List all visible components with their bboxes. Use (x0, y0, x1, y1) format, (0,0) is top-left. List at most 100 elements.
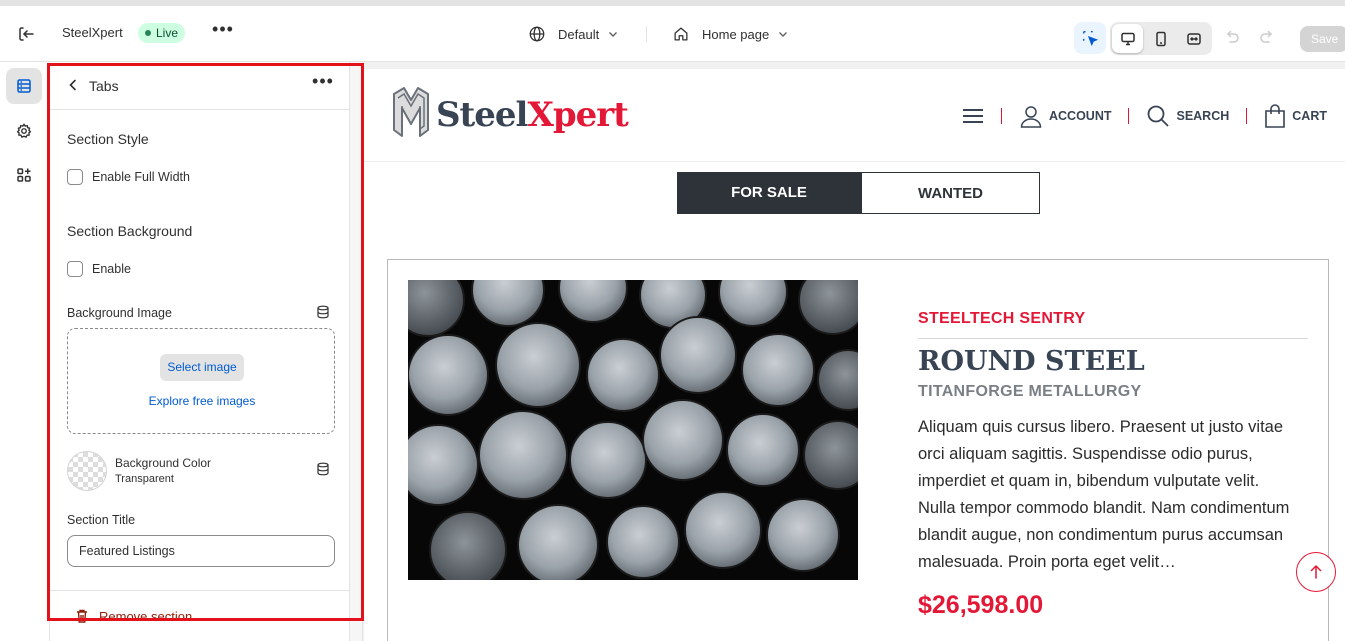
home-icon (674, 27, 688, 41)
product-card[interactable]: STEELTECH SENTRY ROUND STEEL TITANFORGE … (387, 259, 1329, 641)
select-cursor-icon (1083, 31, 1099, 47)
enable-background-checkbox[interactable]: Enable (67, 261, 131, 277)
chevron-down-icon (779, 32, 788, 37)
enable-label: Enable (92, 262, 131, 276)
editor-sidebar-rail (0, 62, 50, 641)
search-link[interactable]: SEARCH (1146, 104, 1229, 128)
nav-divider (1128, 108, 1130, 124)
live-status-badge: Live (138, 23, 186, 43)
exit-icon[interactable] (14, 22, 38, 46)
product-image[interactable] (408, 280, 858, 580)
remove-section-label: Remove section (99, 608, 193, 624)
section-title-input[interactable]: Featured Listings (67, 535, 335, 567)
hamburger-icon (962, 109, 983, 123)
site-header: SteelXpert ACCOUNT SEARCH CART (364, 69, 1345, 162)
theme-settings-nav-button[interactable] (6, 113, 42, 149)
device-switcher (1110, 22, 1212, 55)
product-brand: STEELTECH SENTRY (918, 310, 1086, 327)
tab-wanted[interactable]: WANTED (861, 172, 1040, 214)
background-color-label: Background Color (115, 456, 212, 470)
section-more-button[interactable]: ••• (312, 72, 334, 95)
product-description: Aliquam quis cursus libero. Praesent ut … (918, 418, 1290, 571)
dynamic-source-icon[interactable] (316, 462, 330, 476)
product-vendor: TITANFORGE METALLURGY (918, 383, 1142, 400)
trash-icon (77, 609, 87, 623)
redo-button[interactable] (1258, 28, 1278, 48)
search-icon (1148, 105, 1170, 127)
panel-title: Tabs (89, 78, 119, 94)
sections-icon (17, 79, 31, 93)
nav-divider (1246, 108, 1248, 124)
divider (50, 590, 350, 591)
divider (646, 26, 647, 42)
inspector-button[interactable] (1074, 22, 1106, 54)
desktop-view-button[interactable] (1112, 24, 1144, 53)
shopping-bag-icon (1265, 104, 1286, 128)
undo-icon (1226, 30, 1239, 43)
apps-nav-button[interactable] (6, 157, 42, 193)
logo-text-xpert: Xpert (527, 95, 628, 135)
steel-bars-photo (408, 280, 858, 580)
gear-icon (16, 123, 32, 138)
checkbox-box[interactable] (67, 261, 83, 277)
user-icon (1020, 106, 1042, 128)
image-picker: Select image Explore free images (67, 328, 335, 434)
page-name: Home page (702, 26, 770, 42)
mobile-view-button[interactable] (1145, 24, 1176, 53)
undo-button[interactable] (1223, 28, 1243, 48)
store-name: SteelXpert (62, 25, 123, 40)
account-label: ACCOUNT (1048, 109, 1112, 123)
desktop-icon (1120, 32, 1135, 45)
background-image-label: Background Image (67, 306, 172, 320)
section-settings-panel: Tabs ••• Section Style Enable Full Width… (50, 62, 350, 641)
section-title-label: Section Title (67, 513, 136, 527)
divider (918, 338, 1308, 339)
arrow-up-icon (1310, 564, 1322, 579)
redo-icon (1260, 30, 1273, 43)
cart-label: CART (1292, 109, 1327, 123)
save-button[interactable]: Save (1300, 26, 1345, 52)
menu-button[interactable] (962, 107, 984, 125)
header-nav: ACCOUNT SEARCH CART (962, 101, 1327, 131)
full-width-checkbox[interactable]: Enable Full Width (67, 169, 190, 185)
fullscreen-view-button[interactable] (1179, 24, 1210, 53)
explore-label[interactable]: Explore free images (149, 394, 256, 408)
more-actions-button[interactable]: ••• (212, 20, 234, 44)
chevron-left-icon (69, 79, 76, 91)
logo-emblem-icon (393, 87, 429, 137)
scroll-to-top-button[interactable] (1296, 552, 1336, 592)
section-background-heading: Section Background (67, 223, 193, 239)
explore-free-images-link[interactable]: Explore free images (68, 394, 336, 408)
chevron-down-icon (609, 32, 618, 37)
dynamic-source-icon[interactable] (316, 305, 330, 319)
remove-section-button[interactable]: Remove section (74, 608, 192, 624)
page-selector[interactable]: Home page (672, 22, 789, 46)
tab-for-sale[interactable]: FOR SALE (677, 172, 861, 214)
panel-scrollbar[interactable] (350, 62, 363, 641)
nav-divider (1000, 108, 1002, 124)
search-label: SEARCH (1176, 109, 1230, 123)
mobile-icon (1156, 31, 1166, 46)
apps-icon (17, 168, 31, 182)
product-title[interactable]: ROUND STEEL (918, 346, 1145, 377)
globe-icon (529, 26, 545, 42)
theme-selector[interactable]: Default (528, 22, 619, 46)
full-width-label: Enable Full Width (92, 170, 190, 184)
storefront-preview: SteelXpert ACCOUNT SEARCH CART FOR SALE … (364, 69, 1345, 641)
site-logo[interactable]: SteelXpert (390, 86, 629, 144)
background-color-value: Transparent (115, 473, 174, 485)
product-price: $26,598.00 (918, 591, 1044, 619)
expand-icon (1187, 32, 1202, 45)
section-style-heading: Section Style (67, 131, 149, 147)
background-color-swatch[interactable] (67, 451, 107, 491)
account-link[interactable]: ACCOUNT (1019, 104, 1112, 128)
back-button[interactable] (64, 76, 82, 94)
panel-header: Tabs ••• (50, 62, 350, 110)
cart-link[interactable]: CART (1264, 104, 1327, 128)
listing-tabs: FOR SALE WANTED (677, 172, 1040, 214)
editor-topbar: SteelXpert Live ••• Default Home page Sa… (0, 0, 1345, 62)
sections-nav-button[interactable] (6, 68, 42, 104)
theme-name: Default (558, 26, 600, 42)
checkbox-box[interactable] (67, 169, 83, 185)
select-image-button[interactable]: Select image (160, 354, 244, 381)
